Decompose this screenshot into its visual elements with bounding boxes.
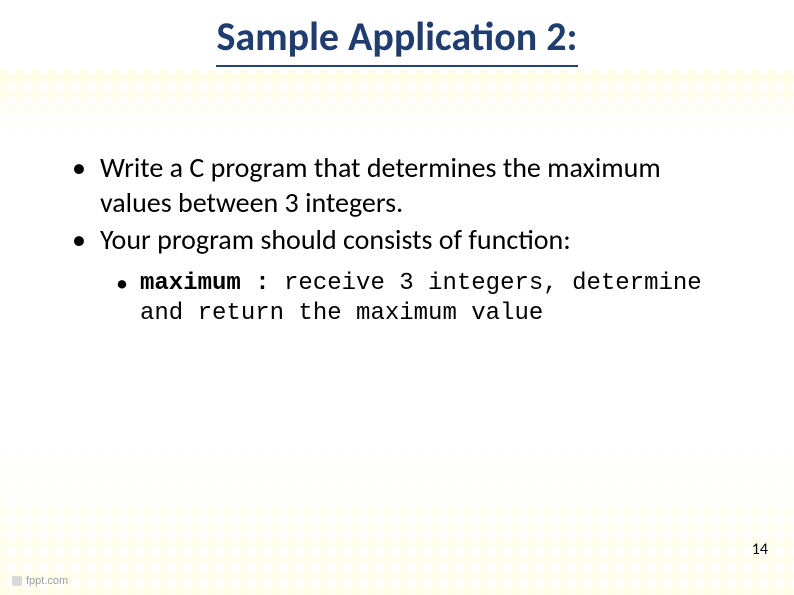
sub-bullet-item-1: maximum : receive 3 integers, determine …: [60, 269, 734, 329]
top-texture: [0, 70, 794, 130]
slide: Sample Application 2: Write a C program …: [0, 0, 794, 595]
footer-logo: fppt.com: [12, 575, 68, 587]
footer-text: fppt.com: [26, 575, 68, 587]
content-area: Write a C program that determines the ma…: [60, 150, 734, 329]
slide-title: Sample Application 2:: [216, 12, 577, 67]
bullet-item-2: Your program should consists of function…: [60, 222, 734, 257]
bullet-item-1: Write a C program that determines the ma…: [60, 150, 734, 220]
page-number: 14: [752, 540, 768, 559]
sub-bullet-bold: maximum :: [140, 270, 270, 297]
logo-icon: [12, 576, 22, 586]
bottom-texture: [0, 445, 794, 595]
